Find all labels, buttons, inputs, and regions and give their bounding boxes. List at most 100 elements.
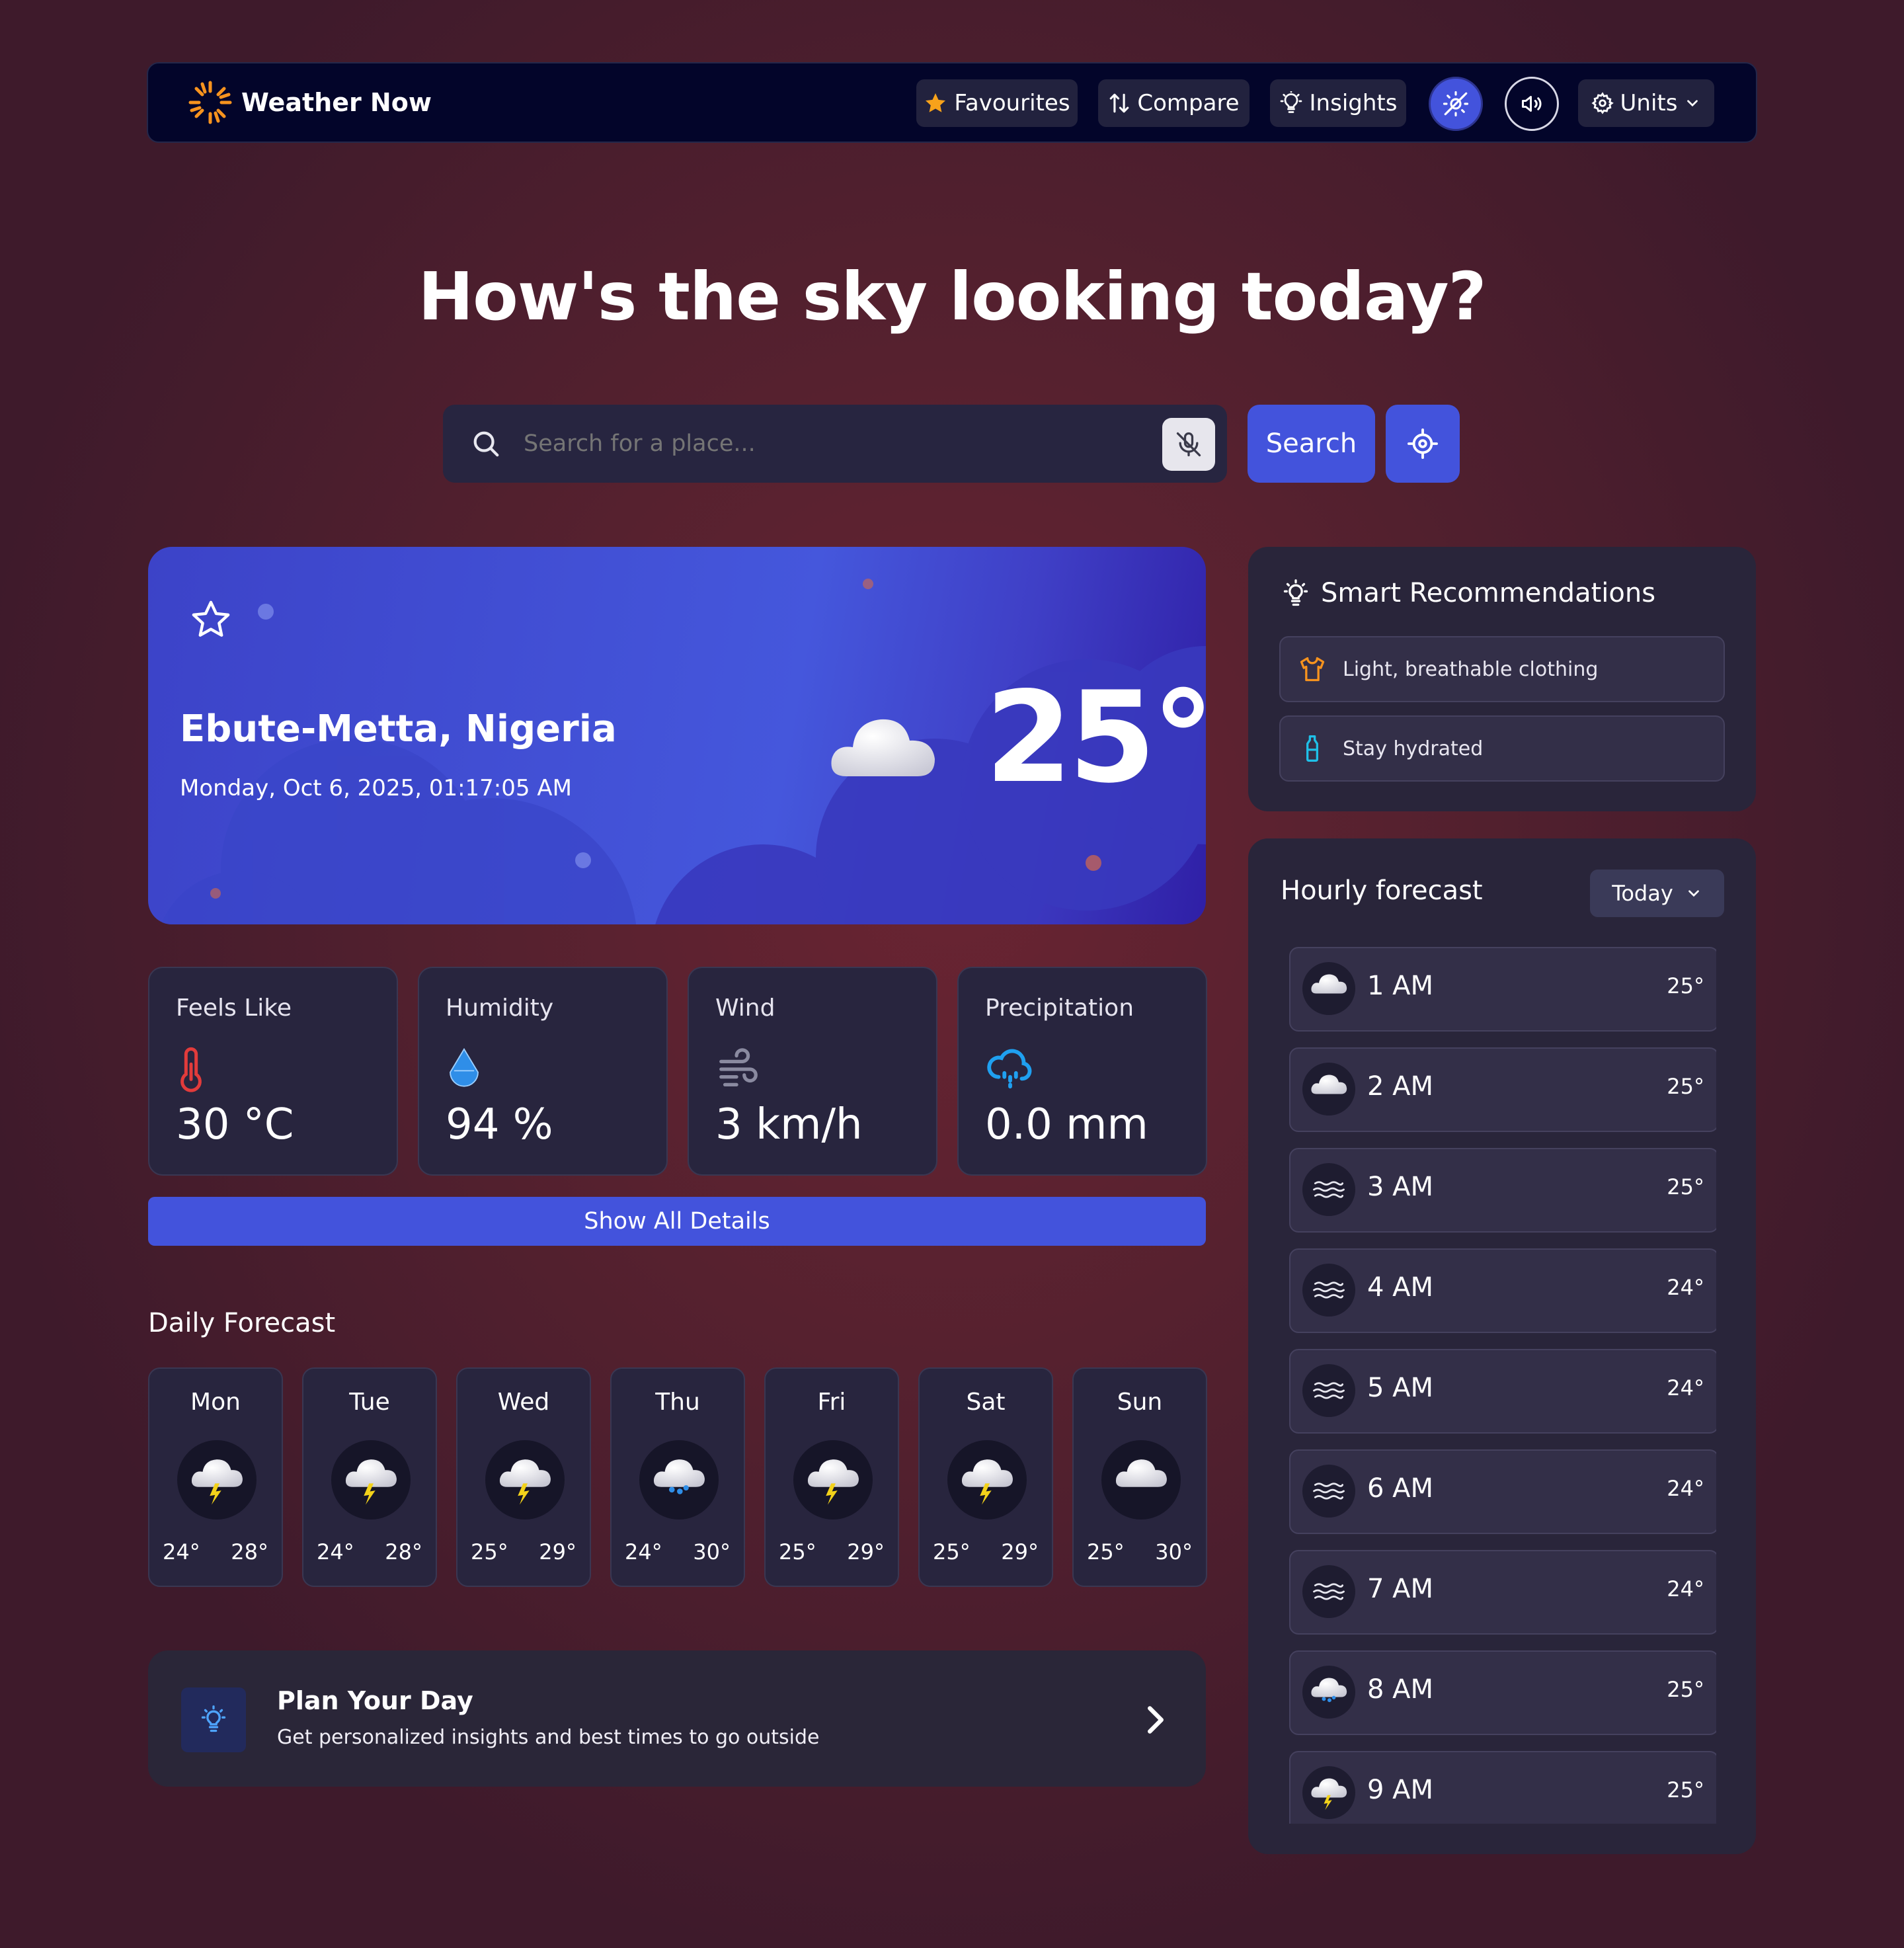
sound-button[interactable]	[1505, 77, 1559, 131]
hour-time: 4 AM	[1367, 1272, 1434, 1303]
hour-row[interactable]: 8 AM 25°	[1289, 1650, 1716, 1735]
day-name: Fri	[817, 1389, 846, 1416]
sun-logo-icon	[188, 81, 232, 124]
hourly-list[interactable]: 1 AM 25° 2 AM 25° 3 AM 25° 4 AM 24° 5 AM 24° 6 AM 2…	[1289, 947, 1716, 1824]
chevron-right-icon[interactable]	[1144, 1697, 1168, 1743]
hour-row[interactable]: 7 AM 24°	[1289, 1550, 1716, 1635]
voice-search-button[interactable]	[1162, 418, 1215, 471]
day-card-fri[interactable]: Fri 25° 29°	[764, 1367, 899, 1587]
feels-like-card: Feels Like 30 °C	[148, 967, 398, 1176]
plan-title: Plan Your Day	[277, 1686, 473, 1715]
day-card-tue[interactable]: Tue 24° 28°	[302, 1367, 437, 1587]
chevron-down-icon	[1688, 890, 1699, 897]
hour-row[interactable]: 2 AM 25°	[1289, 1047, 1716, 1132]
hour-row[interactable]: 4 AM 24°	[1289, 1248, 1716, 1333]
cloud-icon	[831, 719, 935, 776]
hour-row[interactable]: 1 AM 25°	[1289, 947, 1716, 1032]
locate-me-button[interactable]	[1386, 405, 1460, 483]
thunderstorm-icon	[485, 1440, 565, 1520]
cloud-icon	[1302, 1063, 1355, 1116]
units-dropdown[interactable]: Units	[1578, 79, 1714, 127]
location-name: Ebute-Metta, Nigeria	[180, 708, 617, 751]
lightbulb-icon	[1280, 91, 1302, 113]
recommendation-item: Stay hydrated	[1279, 715, 1725, 782]
thunderstorm-icon	[177, 1440, 257, 1520]
compare-label: Compare	[1137, 90, 1240, 116]
day-card-mon[interactable]: Mon 24° 28°	[148, 1367, 283, 1587]
fog-icon	[1302, 1264, 1355, 1317]
day-card-sat[interactable]: Sat 25° 29°	[918, 1367, 1053, 1587]
stat-label: Wind	[715, 994, 775, 1022]
day-high-temp: 29°	[539, 1539, 576, 1564]
thunderstorm-icon	[331, 1440, 411, 1520]
stat-value: 30 °C	[176, 1100, 294, 1149]
hour-row[interactable]: 9 AM 25°	[1289, 1751, 1716, 1824]
current-temperature: 25°	[985, 665, 1214, 811]
thermometer-icon	[180, 1047, 202, 1092]
favourites-label: Favourites	[954, 90, 1070, 116]
shirt-icon	[1300, 657, 1325, 682]
daily-forecast-title: Daily Forecast	[148, 1308, 336, 1338]
insights-button[interactable]: Insights	[1270, 79, 1406, 127]
hour-temp: 25°	[1667, 1174, 1704, 1199]
day-low-temp: 25°	[1087, 1539, 1125, 1564]
stat-value: 0.0 mm	[985, 1100, 1148, 1149]
day-high-temp: 30°	[693, 1539, 731, 1564]
hour-time: 2 AM	[1367, 1071, 1434, 1102]
recommendation-text: Light, breathable clothing	[1343, 657, 1599, 681]
hour-temp: 24°	[1667, 1576, 1704, 1602]
brand[interactable]: Weather Now	[188, 79, 432, 126]
compare-arrows-icon	[1110, 93, 1129, 113]
stat-value: 94 %	[446, 1100, 553, 1149]
app-name: Weather Now	[241, 88, 432, 117]
hour-temp: 25°	[1667, 1777, 1704, 1803]
stat-value: 3 km/h	[715, 1100, 863, 1149]
thunderstorm-icon	[793, 1440, 873, 1520]
day-selector-dropdown[interactable]: Today	[1590, 870, 1724, 917]
hour-row[interactable]: 5 AM 24°	[1289, 1349, 1716, 1434]
theme-toggle-button[interactable]	[1429, 77, 1483, 131]
day-low-temp: 24°	[625, 1539, 662, 1564]
hour-row[interactable]: 6 AM 24°	[1289, 1449, 1716, 1534]
plan-subtitle: Get personalized insights and best times…	[277, 1726, 820, 1749]
day-high-temp: 28°	[231, 1539, 268, 1564]
search-input[interactable]	[522, 423, 1144, 464]
page-title: How's the sky looking today?	[418, 258, 1486, 335]
star-icon	[926, 93, 946, 112]
favourites-button[interactable]: Favourites	[916, 79, 1078, 127]
insights-label: Insights	[1309, 90, 1398, 116]
chevron-down-icon	[1687, 100, 1698, 107]
search-icon	[473, 431, 499, 457]
day-high-temp: 29°	[1001, 1539, 1039, 1564]
rain-icon	[639, 1440, 719, 1520]
wind-card: Wind 3 km/h	[688, 967, 937, 1176]
crosshair-icon	[1408, 428, 1438, 459]
show-all-details-button[interactable]: Show All Details	[148, 1197, 1206, 1246]
compare-button[interactable]: Compare	[1098, 79, 1250, 127]
humidity-card: Humidity 94 %	[418, 967, 668, 1176]
no-sun-icon	[1443, 91, 1469, 117]
lightbulb-icon	[1283, 579, 1308, 606]
day-name: Tue	[349, 1389, 390, 1416]
favourite-star-icon[interactable]	[189, 598, 233, 641]
hour-temp: 25°	[1667, 1074, 1704, 1099]
hour-row[interactable]: 3 AM 25°	[1289, 1148, 1716, 1233]
wind-icon	[719, 1048, 758, 1086]
mic-off-icon	[1176, 432, 1201, 457]
plan-icon-box	[181, 1687, 246, 1752]
precipitation-card: Precipitation 0.0 mm	[957, 967, 1207, 1176]
search-button[interactable]: Search	[1248, 405, 1375, 483]
droplet-icon	[450, 1047, 479, 1087]
day-card-wed[interactable]: Wed 25° 29°	[456, 1367, 591, 1587]
day-card-sun[interactable]: Sun 25° 30°	[1072, 1367, 1207, 1587]
plan-your-day-card[interactable]	[148, 1650, 1206, 1787]
recommendations-title: Smart Recommendations	[1321, 578, 1656, 608]
hour-time: 3 AM	[1367, 1172, 1434, 1202]
recommendation-item: Light, breathable clothing	[1279, 636, 1725, 702]
day-name: Wed	[497, 1389, 550, 1416]
day-name: Mon	[190, 1389, 241, 1416]
hour-time: 5 AM	[1367, 1373, 1434, 1403]
fog-icon	[1302, 1163, 1355, 1216]
day-low-temp: 25°	[471, 1539, 508, 1564]
day-card-thu[interactable]: Thu 24° 30°	[610, 1367, 745, 1587]
